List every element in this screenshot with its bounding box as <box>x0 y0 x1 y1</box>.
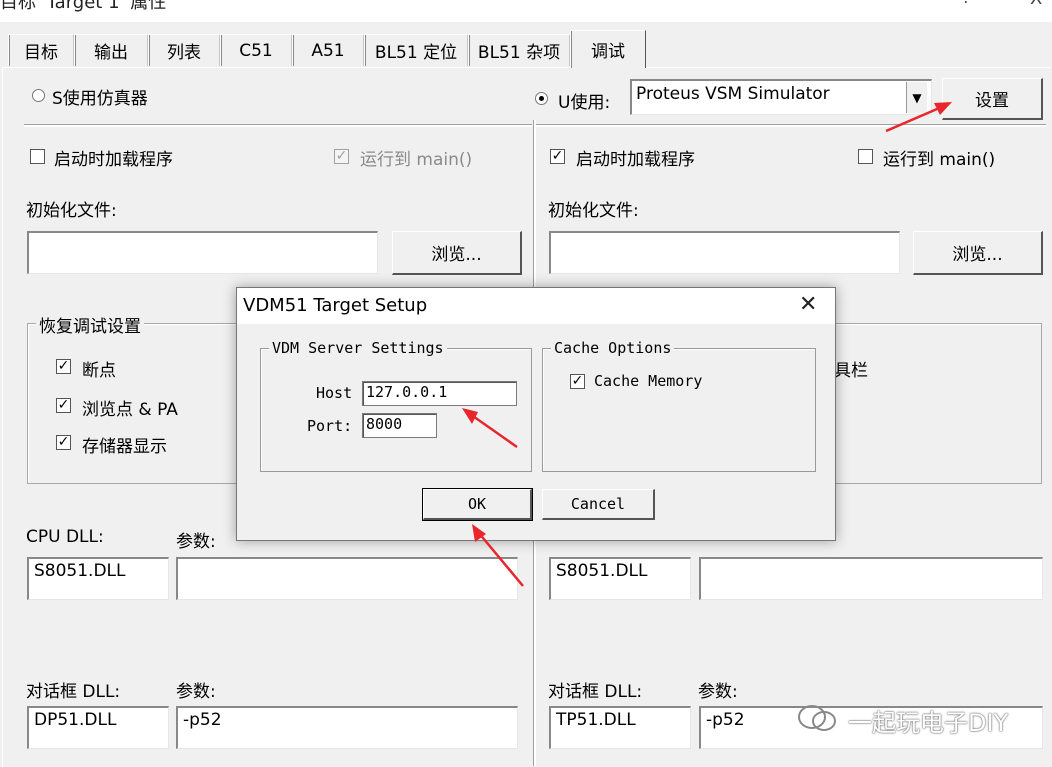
settings-button[interactable]: 设置 <box>942 78 1043 120</box>
left-dialog-dll-input[interactable]: DP51.DLL <box>27 706 169 749</box>
use-driver-radio[interactable] <box>535 92 548 105</box>
tab-bl51-misc[interactable]: BL51 杂项 <box>468 34 570 66</box>
server-settings-group: VDM Server Settings <box>260 339 532 472</box>
dialog-title: VDM51 Target Setup <box>243 295 428 316</box>
host-input[interactable]: 127.0.0.1 <box>362 381 517 406</box>
left-init-file-label: 初始化文件: <box>26 201 117 221</box>
tab-listing[interactable]: 列表 <box>148 34 220 66</box>
right-dialog-dll-input[interactable]: TP51.DLL <box>549 706 691 749</box>
left-load-app-checkbox[interactable] <box>30 149 45 164</box>
memory-display-checkbox[interactable]: ✓ <box>56 435 71 450</box>
left-run-main-checkbox[interactable]: ✓ <box>334 149 349 164</box>
cache-options-group: Cache Options <box>542 339 816 472</box>
port-label: Port: <box>307 417 353 435</box>
right-load-app-checkbox[interactable]: ✓ <box>550 149 565 164</box>
right-cpu-param-input[interactable] <box>699 557 1043 600</box>
left-run-main-label: 运行到 main() <box>360 150 473 170</box>
tab-debug[interactable]: 调试 <box>570 30 646 68</box>
right-browse-button[interactable]: 浏览... <box>913 231 1043 275</box>
vdm51-setup-dialog: VDM51 Target Setup ✕ VDM Server Settings… <box>236 287 836 541</box>
right-cpu-dll-input[interactable]: S8051.DLL <box>549 557 691 600</box>
window-titlebar: 目标 'Target 1' 属性 ? X <box>0 0 1052 22</box>
watch-label: 浏览点 & PA <box>82 400 178 420</box>
tab-output[interactable]: 输出 <box>74 34 148 66</box>
cache-memory-checkbox[interactable]: ✓ <box>570 374 585 389</box>
breakpoints-label: 断点 <box>82 361 116 381</box>
left-load-app-label: 启动时加载程序 <box>54 150 173 170</box>
tab-bl51-locate[interactable]: BL51 定位 <box>364 34 468 66</box>
server-settings-legend: VDM Server Settings <box>269 339 447 357</box>
use-simulator-radio[interactable] <box>32 89 45 102</box>
right-run-main-label: 运行到 main() <box>883 150 996 170</box>
dialog-close-icon[interactable]: ✕ <box>799 292 817 317</box>
window-title: 目标 'Target 1' 属性 <box>0 0 167 13</box>
watch-checkbox[interactable]: ✓ <box>56 398 71 413</box>
watermark-text: 一起玩电子DIY <box>848 709 1009 737</box>
left-cpu-param-input[interactable] <box>176 557 518 600</box>
right-run-main-checkbox[interactable] <box>858 149 873 164</box>
right-restore-group <box>818 323 1042 484</box>
right-toolbar-label: 具栏 <box>834 361 868 381</box>
driver-select-value: Proteus VSM Simulator <box>636 84 830 104</box>
driver-select[interactable]: Proteus VSM Simulator <box>630 79 932 115</box>
right-dialog-param-label: 参数: <box>698 682 738 702</box>
right-dialog-dll-label: 对话框 DLL: <box>548 682 643 702</box>
ok-button[interactable]: OK <box>422 488 533 521</box>
dialog-titlebar: VDM51 Target Setup ✕ <box>237 288 835 324</box>
left-dialog-param-input[interactable]: -p52 <box>176 706 518 749</box>
tab-c51[interactable]: C51 <box>220 34 292 66</box>
left-cpu-param-label: 参数: <box>176 532 216 552</box>
cache-memory-label: Cache Memory <box>594 372 703 390</box>
memory-display-label: 存储器显示 <box>82 437 167 457</box>
left-init-file-input[interactable] <box>27 231 378 274</box>
breakpoints-checkbox[interactable]: ✓ <box>56 359 71 374</box>
window-close-button[interactable]: X <box>1030 0 1042 9</box>
help-button[interactable]: ? <box>962 0 971 7</box>
host-label: Host <box>316 384 353 402</box>
cancel-button[interactable]: Cancel <box>542 489 655 520</box>
use-driver-label: U使用: <box>558 93 611 113</box>
right-load-app-label: 启动时加载程序 <box>576 150 695 170</box>
tab-target[interactable]: 目标 <box>8 34 74 66</box>
cache-options-legend: Cache Options <box>551 339 675 357</box>
left-dialog-dll-label: 对话框 DLL: <box>26 682 121 702</box>
right-init-file-input[interactable] <box>549 231 900 274</box>
right-init-file-label: 初始化文件: <box>548 201 639 221</box>
left-dialog-param-label: 参数: <box>176 682 216 702</box>
driver-dropdown-arrow[interactable]: ▼ <box>906 82 927 113</box>
left-browse-button[interactable]: 浏览... <box>392 231 522 275</box>
left-cpu-dll-label: CPU DLL: <box>26 527 104 547</box>
right-divider <box>536 124 1046 127</box>
left-divider <box>24 124 532 127</box>
use-simulator-label: S使用仿真器 <box>52 89 148 109</box>
port-input[interactable]: 8000 <box>362 413 437 438</box>
restore-settings-legend: 恢复调试设置 <box>36 312 144 337</box>
wechat-icon <box>798 705 836 731</box>
tab-a51[interactable]: A51 <box>292 34 364 66</box>
chevron-down-icon: ▼ <box>912 90 922 105</box>
left-cpu-dll-input[interactable]: S8051.DLL <box>27 557 169 600</box>
